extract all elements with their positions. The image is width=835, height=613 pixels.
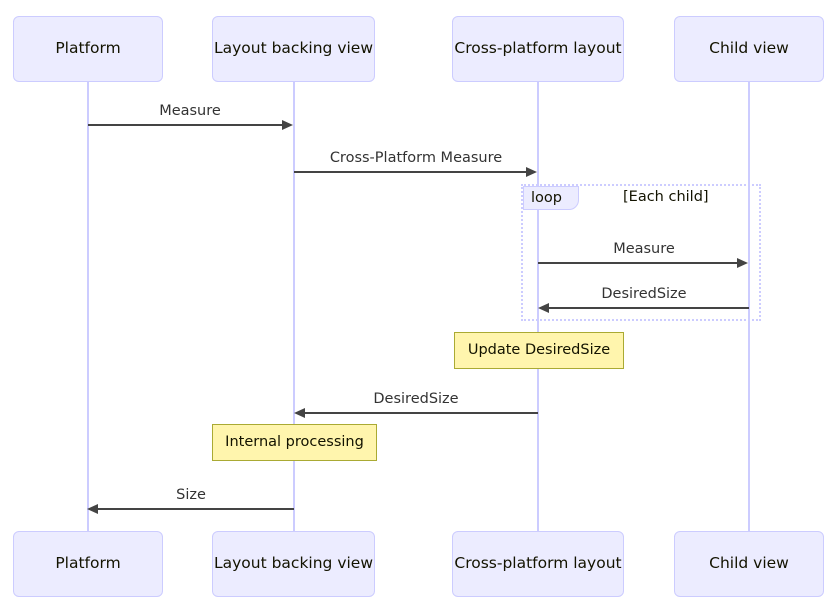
participant-label-cross-platform-layout-bottom: Cross-platform layout bbox=[454, 554, 622, 573]
message-arrowhead-desiredsize-backing bbox=[294, 407, 305, 418]
message-label-cross-platform-measure: Cross-Platform Measure bbox=[329, 150, 503, 166]
message-line-desiredsize-child bbox=[549, 307, 749, 309]
participant-label-child-view-top: Child view bbox=[709, 39, 789, 58]
participant-label-platform-bottom: Platform bbox=[55, 554, 121, 573]
lifeline-platform bbox=[87, 82, 89, 533]
message-label-size: Size bbox=[176, 487, 206, 503]
note-internal-processing: Internal processing bbox=[212, 424, 377, 461]
participant-label-cross-platform-layout-top: Cross-platform layout bbox=[454, 39, 622, 58]
participant-box-cross-platform-layout-top[interactable]: Cross-platform layout bbox=[452, 16, 624, 82]
participant-box-layout-backing-view-top[interactable]: Layout backing view bbox=[212, 16, 375, 82]
participant-label-layout-backing-view-top: Layout backing view bbox=[213, 39, 374, 58]
participant-box-layout-backing-view-bottom[interactable]: Layout backing view bbox=[212, 531, 375, 597]
message-arrowhead-cross-platform-measure bbox=[526, 166, 537, 177]
message-line-cross-platform-measure bbox=[294, 171, 526, 173]
message-label-desiredsize-backing: DesiredSize bbox=[373, 391, 459, 407]
loop-fragment-condition-label: [Each child] bbox=[623, 189, 709, 205]
message-label-measure-child: Measure bbox=[613, 241, 675, 257]
note-label-internal-processing: Internal processing bbox=[225, 434, 364, 451]
message-arrowhead-measure-platform bbox=[282, 119, 293, 130]
participant-box-child-view-bottom[interactable]: Child view bbox=[674, 531, 824, 597]
message-arrowhead-desiredsize-child bbox=[538, 302, 549, 313]
participant-label-platform-top: Platform bbox=[55, 39, 121, 58]
participant-box-platform-top[interactable]: Platform bbox=[13, 16, 163, 82]
lifeline-layout-backing-view bbox=[293, 82, 295, 533]
message-label-desiredsize-child: DesiredSize bbox=[601, 286, 687, 302]
message-arrowhead-size bbox=[87, 503, 98, 514]
note-update-desiredsize: Update DesiredSize bbox=[454, 332, 624, 369]
participant-label-child-view-bottom: Child view bbox=[709, 554, 789, 573]
note-label-update-desiredsize: Update DesiredSize bbox=[467, 342, 611, 359]
loop-fragment-tab: loop bbox=[523, 186, 579, 210]
message-arrowhead-measure-child bbox=[737, 257, 748, 268]
message-label-measure-platform: Measure bbox=[159, 103, 221, 119]
participant-label-layout-backing-view-bottom: Layout backing view bbox=[213, 554, 374, 573]
message-line-measure-child bbox=[538, 262, 737, 264]
message-line-desiredsize-backing bbox=[305, 412, 538, 414]
participant-box-cross-platform-layout-bottom[interactable]: Cross-platform layout bbox=[452, 531, 624, 597]
message-line-measure-platform bbox=[88, 124, 282, 126]
participant-box-child-view-top[interactable]: Child view bbox=[674, 16, 824, 82]
participant-box-platform-bottom[interactable]: Platform bbox=[13, 531, 163, 597]
loop-fragment-kind-label: loop bbox=[531, 189, 562, 206]
message-line-size bbox=[98, 508, 294, 510]
sequence-diagram: Platform Layout backing view Cross-platf… bbox=[0, 0, 835, 613]
